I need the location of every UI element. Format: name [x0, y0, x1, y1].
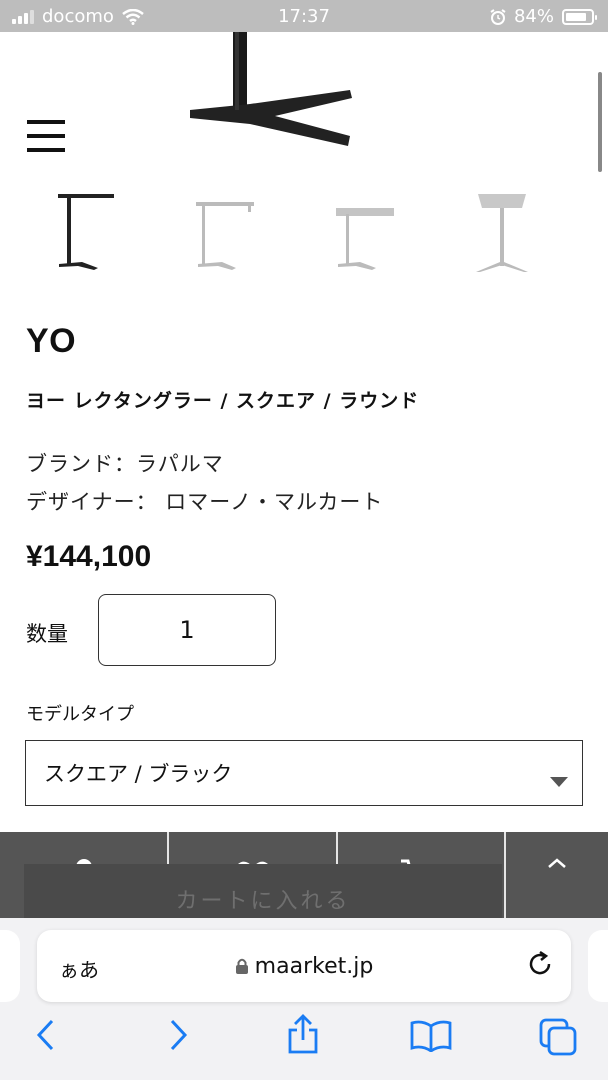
menu-icon[interactable] — [27, 120, 65, 152]
model-type-label: モデルタイプ — [26, 704, 134, 725]
thumbnail-grey-1[interactable] — [192, 188, 272, 276]
product-title: YO — [26, 322, 77, 360]
scroll-top-button[interactable] — [506, 832, 608, 922]
designer-line: デザイナー： ロマーノ・マルカート — [26, 490, 384, 514]
model-type-value: スクエア / ブラック — [44, 762, 233, 786]
next-tab-peek[interactable] — [588, 930, 608, 1002]
prev-tab-peek[interactable] — [0, 930, 20, 1002]
forward-icon[interactable] — [166, 1018, 190, 1052]
model-type-select[interactable]: スクエア / ブラック — [25, 740, 583, 806]
status-right: 84% — [490, 6, 597, 27]
url-display[interactable]: maarket.jp — [37, 954, 571, 979]
lock-icon — [235, 958, 248, 974]
brand-line: ブランド：ラパルマ — [26, 452, 224, 476]
thumbnail-grey-2[interactable] — [334, 188, 414, 276]
share-icon[interactable] — [286, 1014, 320, 1054]
battery-percent: 84% — [513, 6, 554, 27]
thumbnail-grey-3[interactable] — [472, 188, 552, 276]
quantity-input[interactable]: 1 — [98, 594, 276, 666]
tabs-icon[interactable] — [539, 1018, 577, 1056]
thumbnail-black[interactable] — [54, 188, 134, 276]
url-text: maarket.jp — [254, 954, 374, 979]
dropdown-caret-icon — [550, 777, 568, 787]
browser-toolbar: ぁあ maarket.jp — [0, 918, 608, 1080]
back-icon[interactable] — [34, 1018, 58, 1052]
address-bar[interactable]: ぁあ maarket.jp — [37, 930, 571, 1002]
product-hero-image — [190, 32, 352, 146]
thumbnail-strip — [0, 188, 608, 278]
product-price: ¥144,100 — [26, 540, 152, 573]
alarm-icon — [490, 8, 506, 25]
battery-icon — [562, 8, 597, 25]
bookmarks-icon[interactable] — [410, 1020, 452, 1052]
scrollbar[interactable] — [598, 72, 602, 172]
status-bar: docomo 17:37 84% — [0, 0, 608, 32]
quantity-value: 1 — [179, 616, 195, 644]
quantity-label: 数量 — [26, 622, 68, 646]
add-to-cart-label: カートに入れる — [175, 889, 351, 914]
product-subtitle: ヨー レクタングラー / スクエア / ラウンド — [26, 390, 420, 412]
chevron-up-icon — [548, 858, 566, 868]
reload-icon[interactable] — [527, 950, 553, 978]
